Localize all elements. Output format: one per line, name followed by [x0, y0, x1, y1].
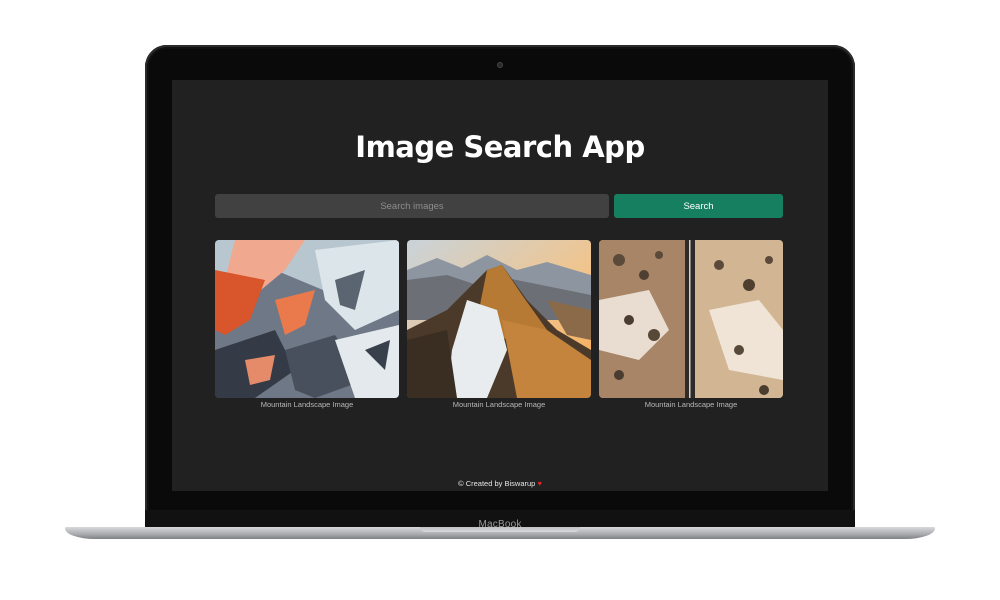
heart-icon: ♥ [537, 479, 542, 488]
result-caption: Mountain Landscape Image [644, 400, 738, 409]
page-title: Image Search App [355, 130, 645, 164]
footer-credit: © Created by Biswarup ♥ [172, 479, 828, 488]
camera-icon [497, 62, 503, 68]
laptop-hinge-notch [420, 527, 580, 532]
result-card[interactable]: Mountain Landscape Image [215, 240, 399, 409]
result-card[interactable]: Mountain Landscape Image [599, 240, 783, 409]
results-grid: Mountain Landscape Image Mountain Landsc… [215, 240, 783, 415]
result-caption: Mountain Landscape Image [260, 400, 354, 409]
screenshot-stage: Image Search App Search images Search Mo… [0, 0, 1000, 600]
laptop-lid: Image Search App Search images Search Mo… [145, 45, 855, 530]
app-screen: Image Search App Search images Search Mo… [172, 80, 828, 491]
mountain-landscape-image[interactable] [215, 240, 399, 398]
mountain-landscape-image[interactable] [599, 240, 783, 398]
mountain-landscape-image[interactable] [407, 240, 591, 398]
footer-text: © Created by Biswarup [458, 479, 536, 488]
result-caption: Mountain Landscape Image [452, 400, 546, 409]
result-card[interactable]: Mountain Landscape Image [407, 240, 591, 409]
search-button[interactable]: Search [614, 194, 783, 218]
search-input[interactable] [215, 194, 609, 218]
